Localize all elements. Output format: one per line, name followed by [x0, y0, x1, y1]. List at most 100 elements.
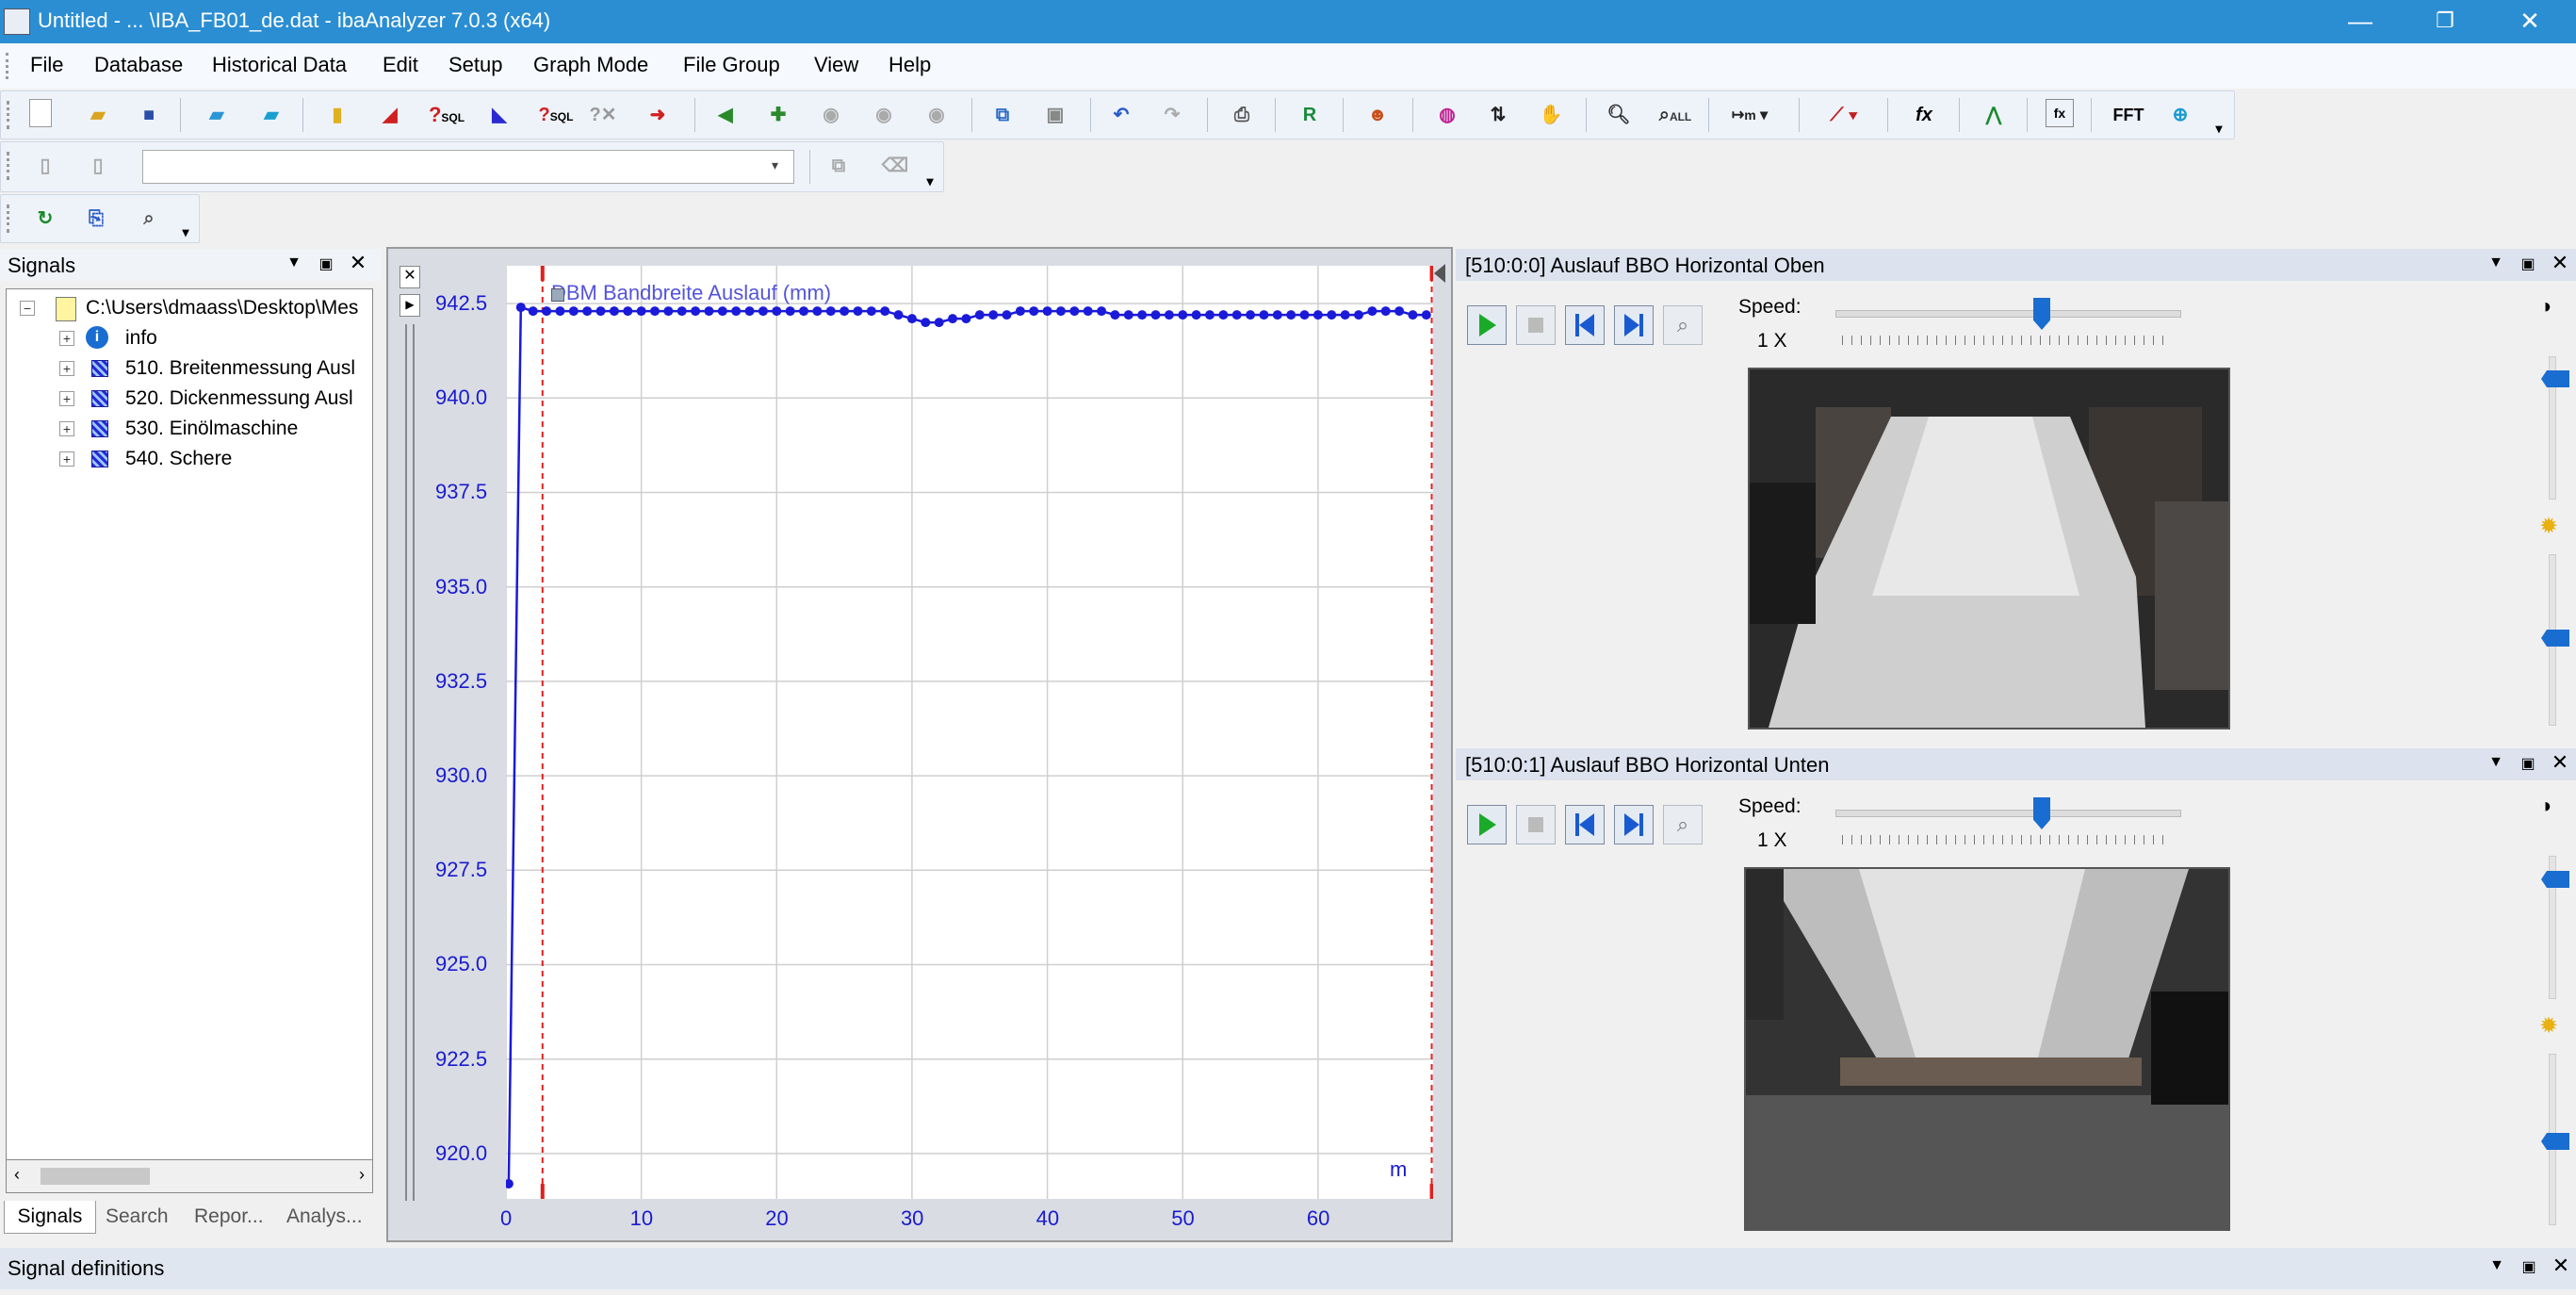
zoom-icon[interactable]: 🔍︎	[1603, 99, 1635, 131]
open-folder-icon[interactable]: ▰	[201, 99, 233, 131]
query-icon[interactable]: ?✕	[587, 99, 619, 131]
marker-handle-icon[interactable]	[1434, 264, 1445, 283]
plot-area[interactable]: DBM Bandbreite Auslauf (mm) m	[506, 266, 1433, 1199]
refresh-file-icon[interactable]: ↻	[29, 203, 61, 235]
contrast-slider-thumb[interactable]	[2541, 370, 2569, 387]
nav-1-icon[interactable]: ◉	[815, 99, 847, 131]
chart-icon[interactable]: ◢	[374, 99, 406, 131]
expand-icon[interactable]: +	[59, 451, 74, 467]
peak-icon[interactable]: ⋀	[1978, 99, 2010, 131]
save-icon[interactable]: ■	[133, 99, 165, 131]
minimize-button[interactable]: —	[2318, 0, 2403, 43]
undo-icon[interactable]: ↶	[1105, 99, 1137, 131]
collapse-icon[interactable]: −	[20, 301, 35, 316]
speed-slider-track[interactable]	[1835, 810, 2181, 817]
user-icon[interactable]: ☻	[1361, 99, 1394, 131]
prev-file-icon[interactable]: ▯	[29, 150, 61, 182]
tab-signals[interactable]: Signals	[4, 1201, 96, 1234]
close-icon[interactable]: ✕	[2547, 750, 2573, 775]
chevron-down-icon[interactable]: ▾	[772, 157, 778, 173]
play-icon[interactable]	[1467, 305, 1507, 345]
toolbar-grip[interactable]	[7, 101, 13, 129]
menu-graph-mode[interactable]: Graph Mode	[533, 53, 648, 77]
legend-label[interactable]: DBM Bandbreite Auslauf (mm)	[551, 281, 831, 305]
pin-icon[interactable]: ▣	[2515, 254, 2541, 273]
expand-icon[interactable]: +	[59, 361, 74, 376]
skip-back-icon[interactable]	[1565, 805, 1605, 844]
zoom-video-icon[interactable]: ⌕	[1663, 305, 1703, 345]
open-folder-2-icon[interactable]: ▰	[255, 99, 287, 131]
menu-view[interactable]: View	[814, 53, 858, 77]
video2-frame[interactable]	[1744, 867, 2230, 1231]
nav-3-icon[interactable]: ◉	[921, 99, 953, 131]
menu-grip[interactable]	[6, 53, 12, 79]
speed-slider-track[interactable]	[1835, 310, 2181, 318]
close-icon[interactable]: ✕	[2547, 251, 2573, 275]
toolbar-grip[interactable]	[7, 152, 13, 180]
close-icon[interactable]: ✕	[345, 251, 371, 275]
report-icon[interactable]: R	[1294, 99, 1326, 131]
copy-icon[interactable]: ⧉	[986, 99, 1019, 131]
sql-chart-icon[interactable]: ?SQL	[532, 99, 579, 131]
pin-icon[interactable]: ▣	[2515, 754, 2541, 773]
toolbar-overflow-icon[interactable]: ▾	[176, 216, 195, 248]
menu-file-group[interactable]: File Group	[683, 53, 780, 77]
play-icon[interactable]	[1467, 805, 1507, 844]
eraser-icon[interactable]: ⌫	[879, 150, 911, 182]
tab-reports[interactable]: Repor...	[194, 1201, 264, 1233]
scrollbar-thumb[interactable]	[41, 1168, 150, 1185]
zoom-video-icon[interactable]: ⌕	[1663, 805, 1703, 844]
graph-icon[interactable]: ⟋ ▾	[1816, 99, 1872, 131]
toolbar-overflow-icon[interactable]: ▾	[921, 165, 939, 197]
database-icon[interactable]: ▮	[321, 99, 353, 131]
skip-back-icon[interactable]	[1565, 305, 1605, 345]
menu-edit[interactable]: Edit	[383, 53, 418, 77]
expand-graph-icon[interactable]: ▶	[399, 294, 420, 317]
chart-svg[interactable]	[506, 266, 1433, 1199]
search-file-icon[interactable]: ⌕	[133, 203, 165, 235]
speed-slider-thumb[interactable]	[2033, 298, 2050, 330]
brightness-slider-thumb[interactable]	[2541, 630, 2569, 647]
scroll-left-icon[interactable]: ‹	[14, 1165, 20, 1185]
panel-menu-icon[interactable]: ▼	[281, 254, 307, 271]
close-button[interactable]: ✕	[2487, 0, 2572, 43]
color-icon[interactable]: ◍	[1431, 99, 1463, 131]
menu-setup[interactable]: Setup	[448, 53, 503, 77]
redo-icon[interactable]: ↷	[1156, 99, 1188, 131]
open-icon[interactable]: ▰	[82, 99, 114, 131]
db-arrow-icon[interactable]: ➜	[642, 99, 674, 131]
toolbar-overflow-icon[interactable]: ▾	[2209, 112, 2228, 144]
tree-horizontal-scrollbar[interactable]: ‹ ›	[6, 1159, 373, 1193]
copy-expression-icon[interactable]: ⧉	[823, 150, 855, 182]
paste-icon[interactable]: ▣	[1039, 99, 1071, 131]
close-icon[interactable]: ✕	[2548, 1254, 2574, 1278]
expand-icon[interactable]: +	[59, 421, 74, 436]
expression-combobox[interactable]	[142, 150, 794, 184]
close-graph-icon[interactable]: ✕	[399, 266, 420, 288]
axis-icon[interactable]: ⇅	[1482, 99, 1514, 131]
menu-help[interactable]: Help	[889, 53, 931, 77]
stop-icon[interactable]	[1516, 305, 1556, 345]
video1-frame[interactable]	[1748, 368, 2230, 729]
stop-icon[interactable]	[1516, 805, 1556, 844]
chart-edit-icon[interactable]: ◣	[483, 99, 515, 131]
zoom-all-icon[interactable]: ⌕ALL	[1652, 99, 1699, 131]
next-file-icon[interactable]: ▯	[82, 150, 114, 182]
signals-tree[interactable]: − C:\Users\dmaass\Desktop\Mes + i info +…	[6, 288, 373, 1193]
graph-splitter[interactable]	[405, 324, 415, 1201]
function-icon[interactable]: fx	[1908, 99, 1940, 131]
panel-menu-icon[interactable]: ▼	[2484, 1257, 2510, 1274]
expand-icon[interactable]: +	[59, 391, 74, 406]
menu-file[interactable]: File	[30, 53, 63, 77]
fft-icon[interactable]: FFT	[2108, 99, 2149, 131]
hand-icon[interactable]: ✋	[1535, 99, 1567, 131]
sql-icon[interactable]: ?SQL	[423, 99, 470, 131]
menu-historical-data[interactable]: Historical Data	[212, 53, 347, 77]
pin-icon[interactable]: ▣	[2516, 1257, 2542, 1276]
panel-menu-icon[interactable]: ▼	[2483, 254, 2509, 271]
tab-analysis[interactable]: Analys...	[286, 1201, 363, 1233]
tab-search[interactable]: Search	[106, 1201, 169, 1233]
skip-forward-icon[interactable]	[1614, 305, 1654, 345]
nav-back-icon[interactable]: ◀	[709, 99, 742, 131]
link-icon[interactable]: ⊕	[2164, 99, 2196, 131]
